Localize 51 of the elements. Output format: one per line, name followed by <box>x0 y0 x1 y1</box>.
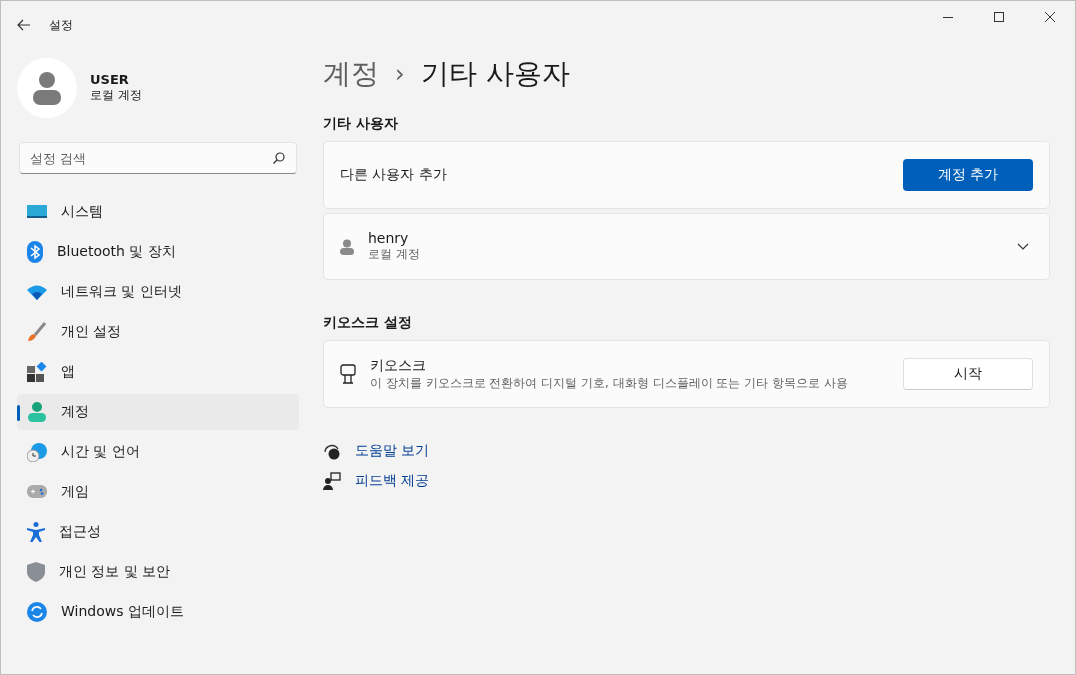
kiosk-icon <box>340 364 356 384</box>
maximize-icon <box>993 12 1004 22</box>
minimize-icon <box>942 16 953 18</box>
breadcrumb-separator: › <box>395 60 405 88</box>
add-user-label: 다른 사용자 추가 <box>340 166 447 184</box>
user-name: henry <box>368 230 410 246</box>
link[interactable]: 피드백 제공 <box>355 472 430 490</box>
search-field[interactable]: 설정 검색 <box>19 142 297 174</box>
person-icon <box>340 238 354 255</box>
help-icon <box>323 442 341 460</box>
sidebar-item[interactable]: Windows 업데이트 <box>17 594 299 630</box>
sidebar-item[interactable]: 시간 및 언어 <box>17 434 299 470</box>
section-heading: 키오스크 설정 <box>323 314 413 332</box>
wifi-icon <box>27 284 47 300</box>
shield-icon <box>27 562 45 582</box>
sidebar-item[interactable]: 네트워크 및 인터넷 <box>17 274 299 310</box>
user-type: 로컬 계정 <box>368 246 420 263</box>
search-icon <box>273 152 285 164</box>
account-type: 로컬 계정 <box>90 87 142 104</box>
link[interactable]: 도움말 보기 <box>355 442 430 460</box>
start-button[interactable]: 시작 <box>903 358 1033 390</box>
sync-icon <box>27 602 47 622</box>
gamepad-icon <box>27 485 47 499</box>
brush-icon <box>27 322 47 342</box>
close-icon <box>1044 12 1055 22</box>
chevron-icon <box>1017 242 1029 251</box>
sidebar-item[interactable]: 개인 정보 및 보안 <box>17 554 299 590</box>
kiosk-description: 이 장치를 키오스크로 전환하여 디지털 기호, 대화형 디스플레이 또는 기타 항목으로 사용 <box>370 374 848 392</box>
kiosk-title: 키오스크 <box>370 356 427 375</box>
window-title: 설정 <box>49 16 73 34</box>
add-account-button[interactable]: 계정 추가 <box>903 159 1033 191</box>
sidebar-item[interactable]: 개인 설정 <box>17 314 299 350</box>
sidebar-item[interactable]: 앱 <box>17 354 299 390</box>
globe-clock-icon <box>27 442 47 462</box>
feedback-icon <box>323 472 341 490</box>
sidebar-item[interactable]: 접근성 <box>17 514 299 550</box>
sidebar-item[interactable]: 시스템 <box>17 194 299 230</box>
apps-icon <box>27 362 47 382</box>
monitor-icon <box>27 204 47 220</box>
page-title: 기타 사용자 <box>420 56 570 92</box>
breadcrumb-link[interactable]: 계정 <box>323 55 379 93</box>
section-heading: 기타 사용자 <box>323 115 399 133</box>
profile-name: USER <box>90 72 130 87</box>
sidebar-item[interactable]: 게임 <box>17 474 299 510</box>
sidebar-item[interactable]: Bluetooth 및 장치 <box>17 234 299 270</box>
person-icon <box>27 402 47 422</box>
user-card[interactable]: henry 로컬 계정 <box>323 213 1050 280</box>
accessibility-icon <box>27 522 45 542</box>
sidebar-item[interactable]: 계정 <box>17 394 299 430</box>
back-arrow-icon <box>17 19 31 31</box>
bluetooth-icon <box>27 241 43 263</box>
